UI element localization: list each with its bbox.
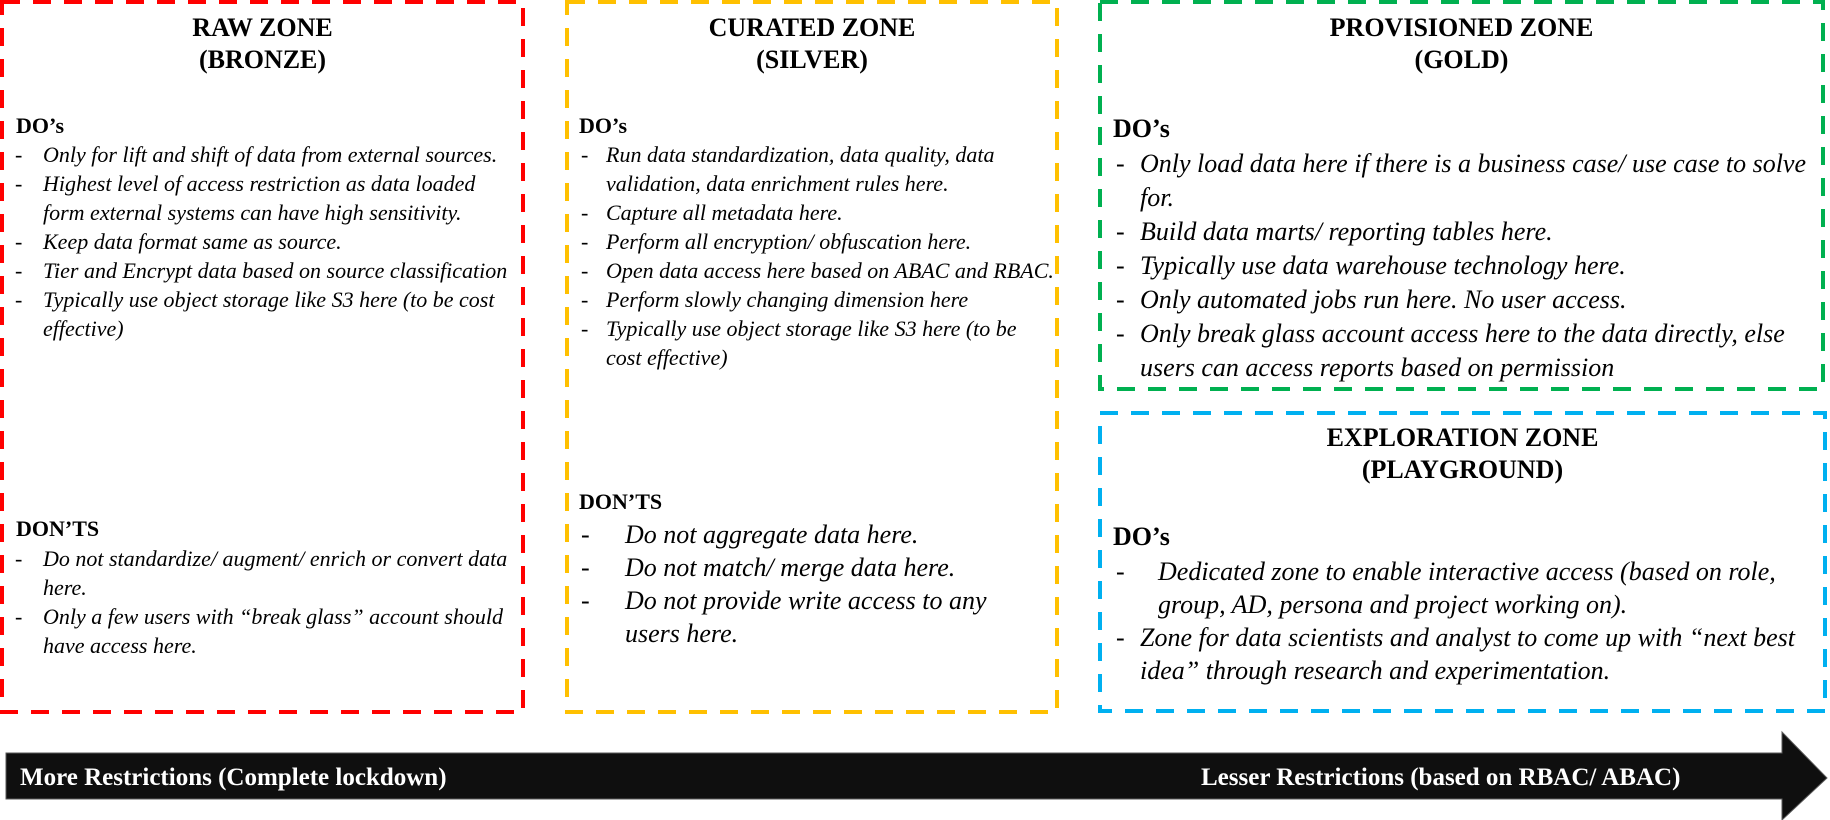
exploration-dos-heading: DO’s — [1113, 522, 1170, 551]
curated-zone-title: CURATED ZONE (SILVER) — [565, 12, 1059, 76]
more-restrictions-label: More Restrictions (Complete lockdown) — [20, 764, 447, 791]
bullet-dash-icon: - — [15, 546, 23, 571]
list-item: - Capture all metadata here. — [581, 200, 843, 225]
bullet-dash-icon: - — [15, 287, 23, 312]
list-item: - Typically use data warehouse technology… — [1116, 249, 1820, 283]
bullet-dash-icon: - — [15, 604, 23, 629]
curated-zone-box: CURATED ZONE (SILVER) DO’s - Run data sta… — [565, 0, 1059, 714]
list-item: - Keep data format same as source. — [15, 229, 342, 254]
provisioned-dos-list: - Only load data here if there is a busin… — [1116, 147, 1820, 385]
bullet-dash-icon: - — [581, 258, 589, 283]
raw-dos-list: - Only for lift and shift of data from ex… — [15, 140, 513, 343]
raw-donts-list: - Do not standardize/ augment/ enrich or … — [15, 544, 513, 660]
list-item: - Build data marts/ reporting tables here… — [1116, 215, 1820, 249]
bullet-dash-icon: - — [1116, 623, 1125, 652]
list-item: - Only load data here if there is a busin… — [1116, 149, 1807, 212]
list-item: - Tier and Encrypt data based on source c… — [15, 258, 508, 283]
provisioned-zone-title-line2: (GOLD) — [1414, 45, 1509, 74]
raw-zone-title-line1: RAW ZONE — [192, 13, 333, 42]
bullet-dash-icon: - — [581, 287, 589, 312]
curated-donts-list: - Do not aggregate data here. - Do not mat… — [581, 518, 1045, 650]
bullet-dash-icon: - — [15, 142, 23, 167]
provisioned-dos-heading: DO’s — [1113, 114, 1170, 143]
exploration-zone-title-line2: (PLAYGROUND) — [1361, 455, 1564, 484]
list-item: - Typically use object storage like S3 he… — [15, 287, 495, 341]
bullet-dash-icon: - — [15, 258, 23, 283]
list-item: - Only for lift and shift of data from ex… — [15, 142, 498, 167]
exploration-dos-list: - Dedicated zone to enable interactive ac… — [1116, 555, 1820, 687]
list-item: - Typically use object storage like S3 he… — [581, 316, 1017, 370]
list-item: - Do not provide write access to any user… — [581, 586, 987, 648]
raw-dos-heading: DO’s — [16, 113, 65, 138]
bullet-dash-icon: - — [15, 229, 23, 254]
list-item: - Do not aggregate data here. — [581, 520, 919, 549]
list-item: - Highest level of access restriction as … — [15, 171, 476, 225]
bullet-dash-icon: - — [1116, 149, 1125, 178]
list-item: - Open data access here based on ABAC and… — [581, 258, 1054, 283]
bullet-dash-icon: - — [1116, 285, 1125, 314]
raw-zone-box: RAW ZONE (BRONZE) DO’s - Only for lift an… — [0, 0, 525, 714]
lesser-restrictions-label: Lesser Restrictions (based on RBAC/ ABAC… — [1201, 764, 1681, 791]
list-item: - Perform all encryption/ obfuscation her… — [581, 229, 972, 254]
list-item: - Run data standardization, data quality,… — [581, 142, 995, 196]
bullet-dash-icon: - — [1116, 557, 1125, 586]
provisioned-zone-title: PROVISIONED ZONE (GOLD) — [1098, 12, 1825, 76]
bullet-dash-icon: - — [581, 553, 590, 582]
list-item: - Perform slowly changing dimension here — [581, 287, 969, 312]
list-item: - Do not standardize/ augment/ enrich or … — [15, 546, 508, 600]
curated-donts-heading: DON’TS — [579, 489, 663, 514]
raw-zone-title: RAW ZONE (BRONZE) — [0, 12, 525, 76]
raw-donts-heading: DON’TS — [16, 516, 100, 541]
bullet-dash-icon: - — [15, 171, 23, 196]
restriction-gradient-arrow: More Restrictions (Complete lockdown) Le… — [0, 730, 1830, 820]
list-item: - Do not match/ merge data here. — [581, 553, 956, 582]
bullet-dash-icon: - — [581, 142, 589, 167]
bullet-dash-icon: - — [1116, 217, 1125, 246]
list-item: - Dedicated zone to enable interactive ac… — [1116, 557, 1776, 619]
provisioned-zone-box: PROVISIONED ZONE (GOLD) DO’s - Only load … — [1098, 0, 1825, 391]
provisioned-zone-title-line1: PROVISIONED ZONE — [1329, 13, 1594, 42]
curated-dos-list: - Run data standardization, data quality,… — [581, 140, 1056, 372]
bullet-dash-icon: - — [581, 586, 590, 615]
raw-zone-title-line2: (BRONZE) — [198, 45, 327, 74]
exploration-zone-box: EXPLORATION ZONE (PLAYGROUND) DO’s - Dedi… — [1098, 411, 1827, 713]
curated-dos-heading: DO’s — [579, 113, 628, 138]
exploration-zone-title: EXPLORATION ZONE (PLAYGROUND) — [1098, 422, 1827, 486]
curated-zone-title-line1: CURATED ZONE — [708, 13, 916, 42]
bullet-dash-icon: - — [1116, 251, 1125, 280]
curated-zone-title-line2: (SILVER) — [756, 45, 868, 74]
list-item: - Only automated jobs run here. No user a… — [1116, 283, 1820, 317]
list-item: - Zone for data scientists and analyst to… — [1116, 623, 1796, 685]
list-item: - Only a few users with “break glass” acc… — [15, 604, 503, 658]
bullet-dash-icon: - — [581, 200, 589, 225]
bullet-dash-icon: - — [581, 316, 589, 341]
bullet-dash-icon: - — [1116, 319, 1125, 348]
list-item: - Only break glass account access here to… — [1116, 319, 1785, 382]
bullet-dash-icon: - — [581, 229, 589, 254]
exploration-zone-title-line1: EXPLORATION ZONE — [1326, 423, 1599, 452]
bullet-dash-icon: - — [581, 520, 590, 549]
